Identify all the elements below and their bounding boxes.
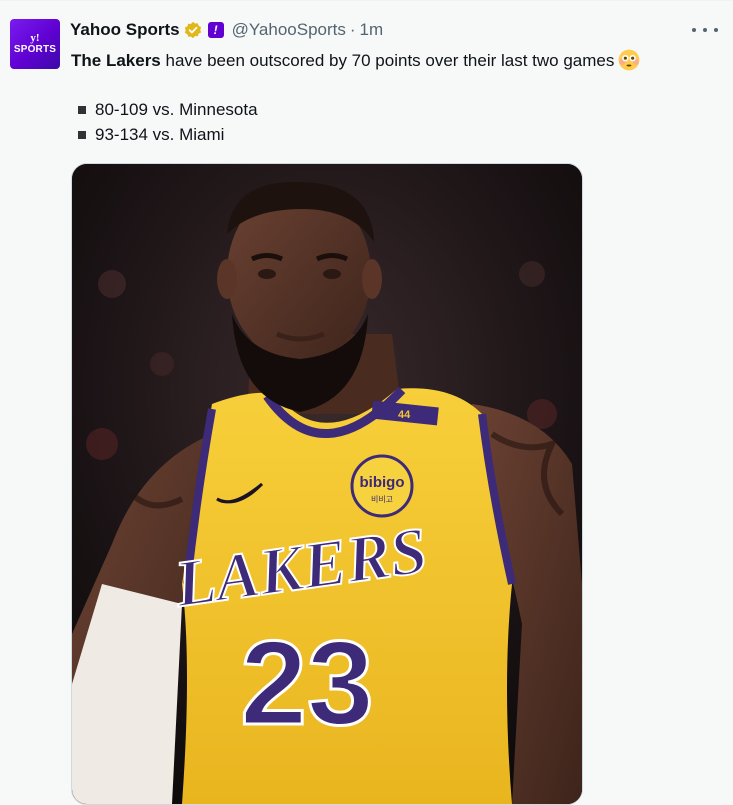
handle[interactable]: @YahooSports	[232, 20, 346, 40]
tweet-body: have been outscored by 70 points over th…	[160, 51, 615, 70]
list-item: 80-109 vs. Minnesota	[78, 97, 258, 122]
more-dot	[703, 28, 707, 32]
list-item: 93-134 vs. Miami	[78, 122, 258, 147]
strap-number: 44	[398, 409, 411, 421]
square-bullet-icon	[78, 105, 86, 114]
jersey-number-text: 23	[240, 616, 373, 750]
verified-badge-icon[interactable]	[184, 21, 202, 39]
timestamp[interactable]: 1m	[360, 20, 384, 40]
affiliate-badge-icon[interactable]: !	[207, 22, 224, 38]
more-options-icon[interactable]	[692, 22, 718, 38]
more-dot	[714, 28, 718, 32]
tweet-bold-lead[interactable]: The Lakers	[71, 51, 161, 70]
tweet-stat-list: 80-109 vs. Minnesota 93-134 vs. Miami	[78, 97, 258, 147]
tweet-text: The Lakers have been outscored by 70 poi…	[71, 49, 640, 73]
separator-dot: ·	[349, 20, 356, 39]
stat-text: 80-109 vs. Minnesota	[95, 100, 258, 119]
player-photo-illustration: 44 bibigo 비비고 LAKERS 23	[72, 164, 582, 804]
display-name[interactable]: Yahoo Sports	[70, 20, 180, 40]
flushed-face-icon	[618, 49, 640, 71]
tweet-header: Yahoo Sports ! @YahooSports · 1m	[70, 18, 383, 42]
sponsor-subtext: 비비고	[371, 495, 393, 504]
stat-text: 93-134 vs. Miami	[95, 125, 225, 144]
tweet-photo[interactable]: 44 bibigo 비비고 LAKERS 23	[71, 163, 583, 805]
avatar-sports-text: SPORTS	[13, 43, 57, 55]
sponsor-text: bibigo	[360, 474, 405, 491]
tweet-card[interactable]: y! SPORTS Yahoo Sports ! @YahooSports · …	[0, 0, 733, 805]
divider	[0, 0, 733, 1]
square-bullet-icon	[78, 130, 86, 139]
more-dot	[692, 28, 696, 32]
avatar-logo-text: y!	[30, 31, 40, 44]
avatar[interactable]: y! SPORTS	[10, 19, 60, 69]
